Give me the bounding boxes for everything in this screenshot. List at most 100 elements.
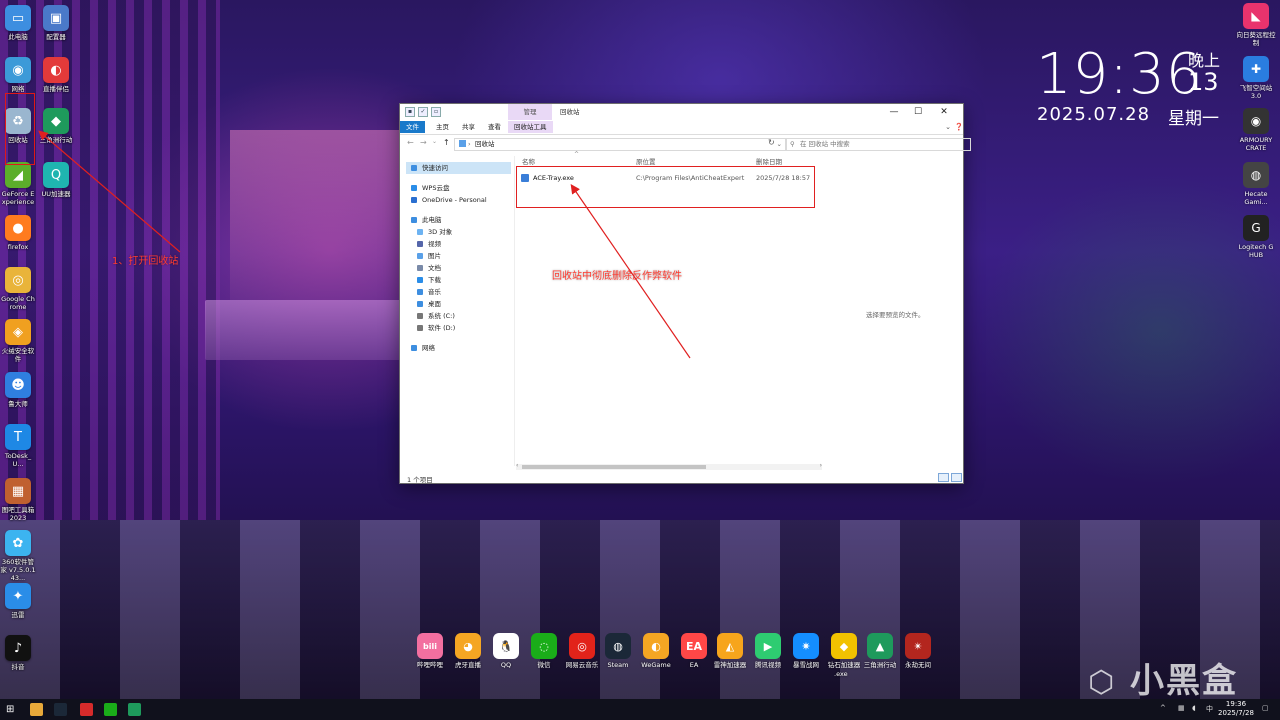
dock-app[interactable]: ✴ 永劫无间 xyxy=(900,633,936,669)
address-dropdown-icon[interactable]: ⌄ xyxy=(777,139,782,150)
desktop-icon[interactable]: ◆ 三角洲行动 xyxy=(38,108,74,144)
nav-item[interactable]: WPS云盘 xyxy=(406,182,511,194)
tray-speaker-icon[interactable]: ◖ xyxy=(1192,704,1196,712)
nav-item[interactable]: 下载 xyxy=(406,274,511,286)
address-bar[interactable]: › 回收站 ⌄ xyxy=(454,138,787,151)
dock-app[interactable]: ✷ 暴雪战网 xyxy=(788,633,824,669)
desktop-icon[interactable]: ▣ 配置器 xyxy=(38,5,74,41)
taskbar-clock[interactable]: 19:36 2025/7/28 xyxy=(1218,700,1254,718)
explorer-window[interactable]: ▪ ✓ ▫ 管理 回收站 — ☐ ✕ 文件 主页 共享 查看 回收站工具 ⌄ ❓… xyxy=(399,103,971,484)
nav-gap xyxy=(406,206,511,214)
recent-locations-button[interactable]: ⌄ xyxy=(432,138,437,145)
nav-item[interactable]: 网络 xyxy=(406,342,511,354)
help-icon[interactable]: ❓ xyxy=(948,119,970,135)
dock-app-icon: ◌ xyxy=(531,633,557,659)
pane-divider xyxy=(514,156,515,466)
up-button[interactable]: ↑ xyxy=(443,138,450,147)
context-tab-manage[interactable]: 管理 xyxy=(508,104,552,120)
dock-app[interactable]: ◌ 微信 xyxy=(526,633,562,669)
nav-item[interactable]: 桌面 xyxy=(406,298,511,310)
start-icon[interactable]: ⊞ xyxy=(6,703,19,716)
nav-item-label: 图片 xyxy=(428,252,441,260)
folder-icon[interactable]: ▪ xyxy=(405,107,415,117)
nav-item-icon xyxy=(411,197,417,203)
taskbar-steam-icon[interactable] xyxy=(54,703,67,716)
desktop-icon[interactable]: ◣ 向日葵远程控制 xyxy=(1236,3,1276,47)
desktop-icon[interactable]: ✦ 迅雷 xyxy=(0,583,36,619)
desktop-icon[interactable]: ☻ 鲁大师 xyxy=(0,372,36,408)
dock-app[interactable]: ◍ Steam xyxy=(600,633,636,669)
desktop-icon[interactable]: ✚ 飞智空间站 3.0 xyxy=(1236,56,1276,100)
details-view-icon[interactable] xyxy=(938,473,949,482)
nav-item[interactable]: 系统 (C:) xyxy=(406,310,511,322)
dock-app[interactable]: ◐ WeGame xyxy=(638,633,674,669)
tray-network-icon[interactable]: ▦ xyxy=(1178,704,1185,712)
new-folder-icon[interactable]: ▫ xyxy=(431,107,441,117)
refresh-button[interactable]: ↻ xyxy=(768,138,775,147)
nav-item[interactable]: OneDrive - Personal xyxy=(406,194,511,206)
nav-item[interactable]: 软件 (D:) xyxy=(406,322,511,334)
dock-app[interactable]: ◎ 网易云音乐 xyxy=(564,633,600,669)
notification-icon[interactable]: ▢ xyxy=(1262,704,1269,712)
tab-home[interactable]: 主页 xyxy=(430,121,455,133)
desktop-icon[interactable]: Q UU加速器 xyxy=(38,162,74,198)
search-icon: ⚲ xyxy=(790,140,795,148)
desktop-icon[interactable]: T ToDesk_U... xyxy=(0,424,36,468)
desktop-icon[interactable]: ◈ 火绒安全软件 xyxy=(0,319,36,363)
desktop-icon[interactable]: ◢ GeForce Experience xyxy=(0,162,36,206)
tab-view[interactable]: 查看 xyxy=(482,121,507,133)
horizontal-scrollbar[interactable]: ‹ › xyxy=(516,462,822,470)
properties-icon[interactable]: ✓ xyxy=(418,107,428,117)
nav-item[interactable]: 音乐 xyxy=(406,286,511,298)
desktop-icon[interactable]: ◉ 网络 xyxy=(0,57,36,93)
dock-app[interactable]: ◆ 钻石加速器 xyxy=(826,633,862,669)
nav-item[interactable]: 文档 xyxy=(406,262,511,274)
dock-app[interactable]: ◕ 虎牙直播 xyxy=(450,633,486,669)
scroll-left-icon[interactable]: ‹ xyxy=(516,462,518,469)
desktop-icon[interactable]: ♪ 抖音 xyxy=(0,635,36,671)
dock-app[interactable]: ▶ 腾讯视频 xyxy=(750,633,786,669)
scroll-right-icon[interactable]: › xyxy=(820,462,822,469)
tray-chevron-icon[interactable]: ^ xyxy=(1160,704,1166,712)
desktop-icon[interactable]: ◎ Google Chrome xyxy=(0,267,36,311)
taskbar-wechat-icon[interactable] xyxy=(104,703,117,716)
maximize-button[interactable]: ☐ xyxy=(907,104,929,120)
dock-app[interactable]: 🐧 QQ xyxy=(488,633,524,669)
taskbar-explorer-icon[interactable] xyxy=(30,703,43,716)
scrollbar-thumb[interactable] xyxy=(522,465,706,469)
dock-app[interactable]: EA EA xyxy=(676,633,712,669)
desktop-icon[interactable]: ◉ ARMOURY CRATE xyxy=(1236,108,1276,152)
back-button[interactable]: ← xyxy=(407,138,414,147)
close-button[interactable]: ✕ xyxy=(933,104,955,120)
large-icons-view-icon[interactable] xyxy=(951,473,962,482)
dock-app[interactable]: bili 哔哩哔哩 xyxy=(412,633,448,669)
desktop-icon[interactable]: ◍ Hecate Gami... xyxy=(1236,162,1276,206)
desktop-icon-label: 迅雷 xyxy=(11,611,25,619)
nav-item[interactable]: 视频 xyxy=(406,238,511,250)
title-bar[interactable]: ▪ ✓ ▫ 管理 回收站 — ☐ ✕ xyxy=(400,104,963,120)
tab-share[interactable]: 共享 xyxy=(456,121,481,133)
tab-file[interactable]: 文件 xyxy=(400,121,425,133)
tray-ime-indicator[interactable]: 中 xyxy=(1206,704,1213,714)
dock-app[interactable]: ▲ 三角洲行动 xyxy=(862,633,898,669)
taskbar-wps-icon[interactable] xyxy=(80,703,93,716)
desktop-icon[interactable]: ▭ 此电脑 xyxy=(0,5,36,41)
desktop-icon[interactable]: ● firefox xyxy=(0,215,36,251)
nav-item[interactable]: 3D 对象 xyxy=(406,226,511,238)
nav-item[interactable]: 此电脑 xyxy=(406,214,511,226)
dock-app[interactable]: ◭ 雷神加速器 xyxy=(712,633,748,669)
desktop-icon-label: 图吧工具箱 2023 xyxy=(1,506,35,522)
nav-item[interactable]: 图片 xyxy=(406,250,511,262)
minimize-button[interactable]: — xyxy=(883,104,905,120)
desktop-icon[interactable]: ◐ 直播伴侣 xyxy=(38,57,74,93)
clock-weekday: 星期一 xyxy=(1168,109,1219,129)
desktop-icon[interactable]: G Logitech G HUB xyxy=(1236,215,1276,259)
tab-recycle-bin-tools[interactable]: 回收站工具 xyxy=(508,121,553,133)
desktop-icon[interactable]: ✿ 360软件管家 v7.5.0.143... xyxy=(0,530,36,582)
app-icon: ◍ xyxy=(1243,162,1269,188)
taskbar-delta-force-icon[interactable] xyxy=(128,703,141,716)
forward-button[interactable]: → xyxy=(420,138,427,147)
search-input[interactable]: ⚲ 在 回收站 中搜索 xyxy=(785,138,971,151)
nav-item[interactable]: 快速访问 xyxy=(406,162,511,174)
desktop-icon[interactable]: ▦ 图吧工具箱 2023 xyxy=(0,478,36,522)
